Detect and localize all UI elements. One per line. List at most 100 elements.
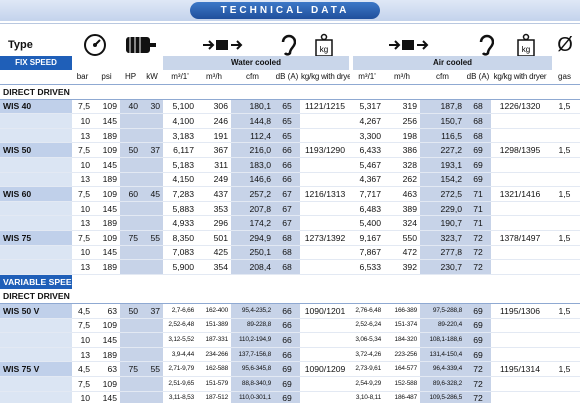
air-weight bbox=[491, 391, 549, 403]
bar-value: 7,5 bbox=[72, 186, 93, 202]
water-weight: 1121/1215 bbox=[300, 99, 350, 115]
water-db: 66 bbox=[274, 347, 300, 363]
table-row: 10 145 7,083 425 250,1 68 7,867 472 277,8 72 bbox=[0, 245, 580, 261]
water-cfm: 89-228,8 bbox=[231, 318, 274, 334]
air-m3h: 256 bbox=[384, 113, 420, 129]
water-db: 67 bbox=[274, 215, 300, 232]
water-m3min: 6,117 bbox=[163, 142, 197, 159]
kw-value bbox=[141, 259, 163, 275]
kg-text: kg bbox=[320, 45, 328, 54]
air-m3h: 328 bbox=[384, 157, 420, 173]
water-m3min: 5,900 bbox=[163, 259, 197, 275]
water-m3min: 4,100 bbox=[163, 113, 197, 129]
water-flow-icon bbox=[200, 32, 244, 58]
air-m3h: 184-320 bbox=[384, 332, 420, 348]
water-db: 68 bbox=[274, 245, 300, 261]
bar-value: 7,5 bbox=[72, 230, 93, 246]
hp-value bbox=[120, 318, 141, 334]
hp-value bbox=[120, 113, 141, 129]
water-cfm: 250,1 bbox=[231, 245, 274, 261]
air-m3min: 6,533 bbox=[350, 259, 384, 275]
air-cfm: 96,4-339,4 bbox=[420, 361, 465, 377]
unit-header: m³/h bbox=[197, 70, 231, 86]
model-name-spacer bbox=[0, 172, 72, 188]
water-cfm: 183,0 bbox=[231, 157, 274, 173]
weight-kg-icon: kg bbox=[313, 32, 335, 58]
kw-value bbox=[141, 245, 163, 261]
water-db: 66 bbox=[274, 157, 300, 173]
psi-value: 189 bbox=[93, 215, 120, 232]
kw-value: 55 bbox=[141, 361, 163, 377]
kw-value bbox=[141, 113, 163, 129]
air-cfm: 323,7 bbox=[420, 230, 465, 246]
water-m3min: 2,51-9,65 bbox=[163, 376, 197, 392]
air-m3h: 386 bbox=[384, 142, 420, 159]
speed-section-label: VARIABLE SPEED bbox=[0, 274, 72, 289]
model-name-spacer bbox=[0, 128, 72, 144]
air-m3min: 2,52-6,24 bbox=[350, 318, 384, 334]
table-row: 7,5 109 2,51-9,65 151-579 88,8-340,9 69 2,54-9… bbox=[0, 376, 580, 392]
air-weight: 1195/1306 bbox=[491, 303, 549, 319]
hp-value bbox=[120, 215, 141, 232]
hp-value bbox=[120, 332, 141, 348]
psi-value: 109 bbox=[93, 318, 120, 334]
air-db: 71 bbox=[465, 201, 491, 217]
drive-section-row: DIRECT DRIVEN bbox=[0, 288, 580, 304]
unit-header: kg/kg with dryer bbox=[491, 70, 549, 86]
table-row: 13 189 5,900 354 208,4 68 6,533 392 230,7 72 bbox=[0, 259, 580, 275]
fix-speed-label: FIX SPEED bbox=[0, 56, 72, 70]
water-db: 65 bbox=[274, 99, 300, 115]
water-m3h: 234-266 bbox=[197, 347, 231, 363]
kw-value bbox=[141, 347, 163, 363]
gas-value bbox=[549, 318, 580, 334]
water-m3h: 425 bbox=[197, 245, 231, 261]
air-cfm: 89-220,4 bbox=[420, 318, 465, 334]
gas-value bbox=[549, 347, 580, 363]
drive-section-label: DIRECT DRIVEN bbox=[0, 84, 580, 100]
air-db: 71 bbox=[465, 186, 491, 202]
table-row: 13 189 4,150 249 146,6 66 4,367 262 154,2 69 bbox=[0, 172, 580, 188]
gas-value: 1,5 bbox=[549, 361, 580, 377]
psi-value: 145 bbox=[93, 201, 120, 217]
bar-value: 7,5 bbox=[72, 142, 93, 159]
air-weight bbox=[491, 113, 549, 129]
water-cooled-label: Water cooled bbox=[163, 56, 349, 70]
hp-value bbox=[120, 391, 141, 403]
psi-value: 63 bbox=[93, 361, 120, 377]
air-db: 72 bbox=[465, 230, 491, 246]
air-m3h: 166-389 bbox=[384, 303, 420, 319]
bar-value: 13 bbox=[72, 215, 93, 232]
water-m3h: 437 bbox=[197, 186, 231, 202]
gas-value bbox=[549, 245, 580, 261]
unit-header: kW bbox=[141, 70, 163, 86]
water-m3min: 7,283 bbox=[163, 186, 197, 202]
air-m3min: 2,54-9,29 bbox=[350, 376, 384, 392]
water-weight bbox=[300, 172, 350, 188]
gas-value bbox=[549, 259, 580, 275]
air-db: 72 bbox=[465, 245, 491, 261]
air-db: 72 bbox=[465, 361, 491, 377]
water-cfm: 216,0 bbox=[231, 142, 274, 159]
water-db: 69 bbox=[274, 391, 300, 403]
model-name-spacer bbox=[0, 376, 72, 392]
air-db: 72 bbox=[465, 391, 491, 403]
weight-kg-icon: kg bbox=[515, 32, 537, 58]
water-db: 65 bbox=[274, 128, 300, 144]
water-m3h: 191 bbox=[197, 128, 231, 144]
water-db: 66 bbox=[274, 142, 300, 159]
model-name-spacer bbox=[0, 391, 72, 403]
water-cfm: 95,4-235,2 bbox=[231, 303, 274, 319]
unit-header: psi bbox=[93, 70, 120, 86]
water-cfm: 112,4 bbox=[231, 128, 274, 144]
water-m3h: 354 bbox=[197, 259, 231, 275]
air-cfm: 154,2 bbox=[420, 172, 465, 188]
model-name-spacer bbox=[0, 215, 72, 232]
water-cfm: 208,4 bbox=[231, 259, 274, 275]
water-m3min: 5,183 bbox=[163, 157, 197, 173]
air-cfm: 97,5-288,8 bbox=[420, 303, 465, 319]
water-m3h: 249 bbox=[197, 172, 231, 188]
gas-value: 1,5 bbox=[549, 142, 580, 159]
air-db: 69 bbox=[465, 332, 491, 348]
table-row: WIS 50 V 4,5 63 50 37 2,7-6,66 162-400 95,4-235… bbox=[0, 303, 580, 319]
hp-value bbox=[120, 245, 141, 261]
